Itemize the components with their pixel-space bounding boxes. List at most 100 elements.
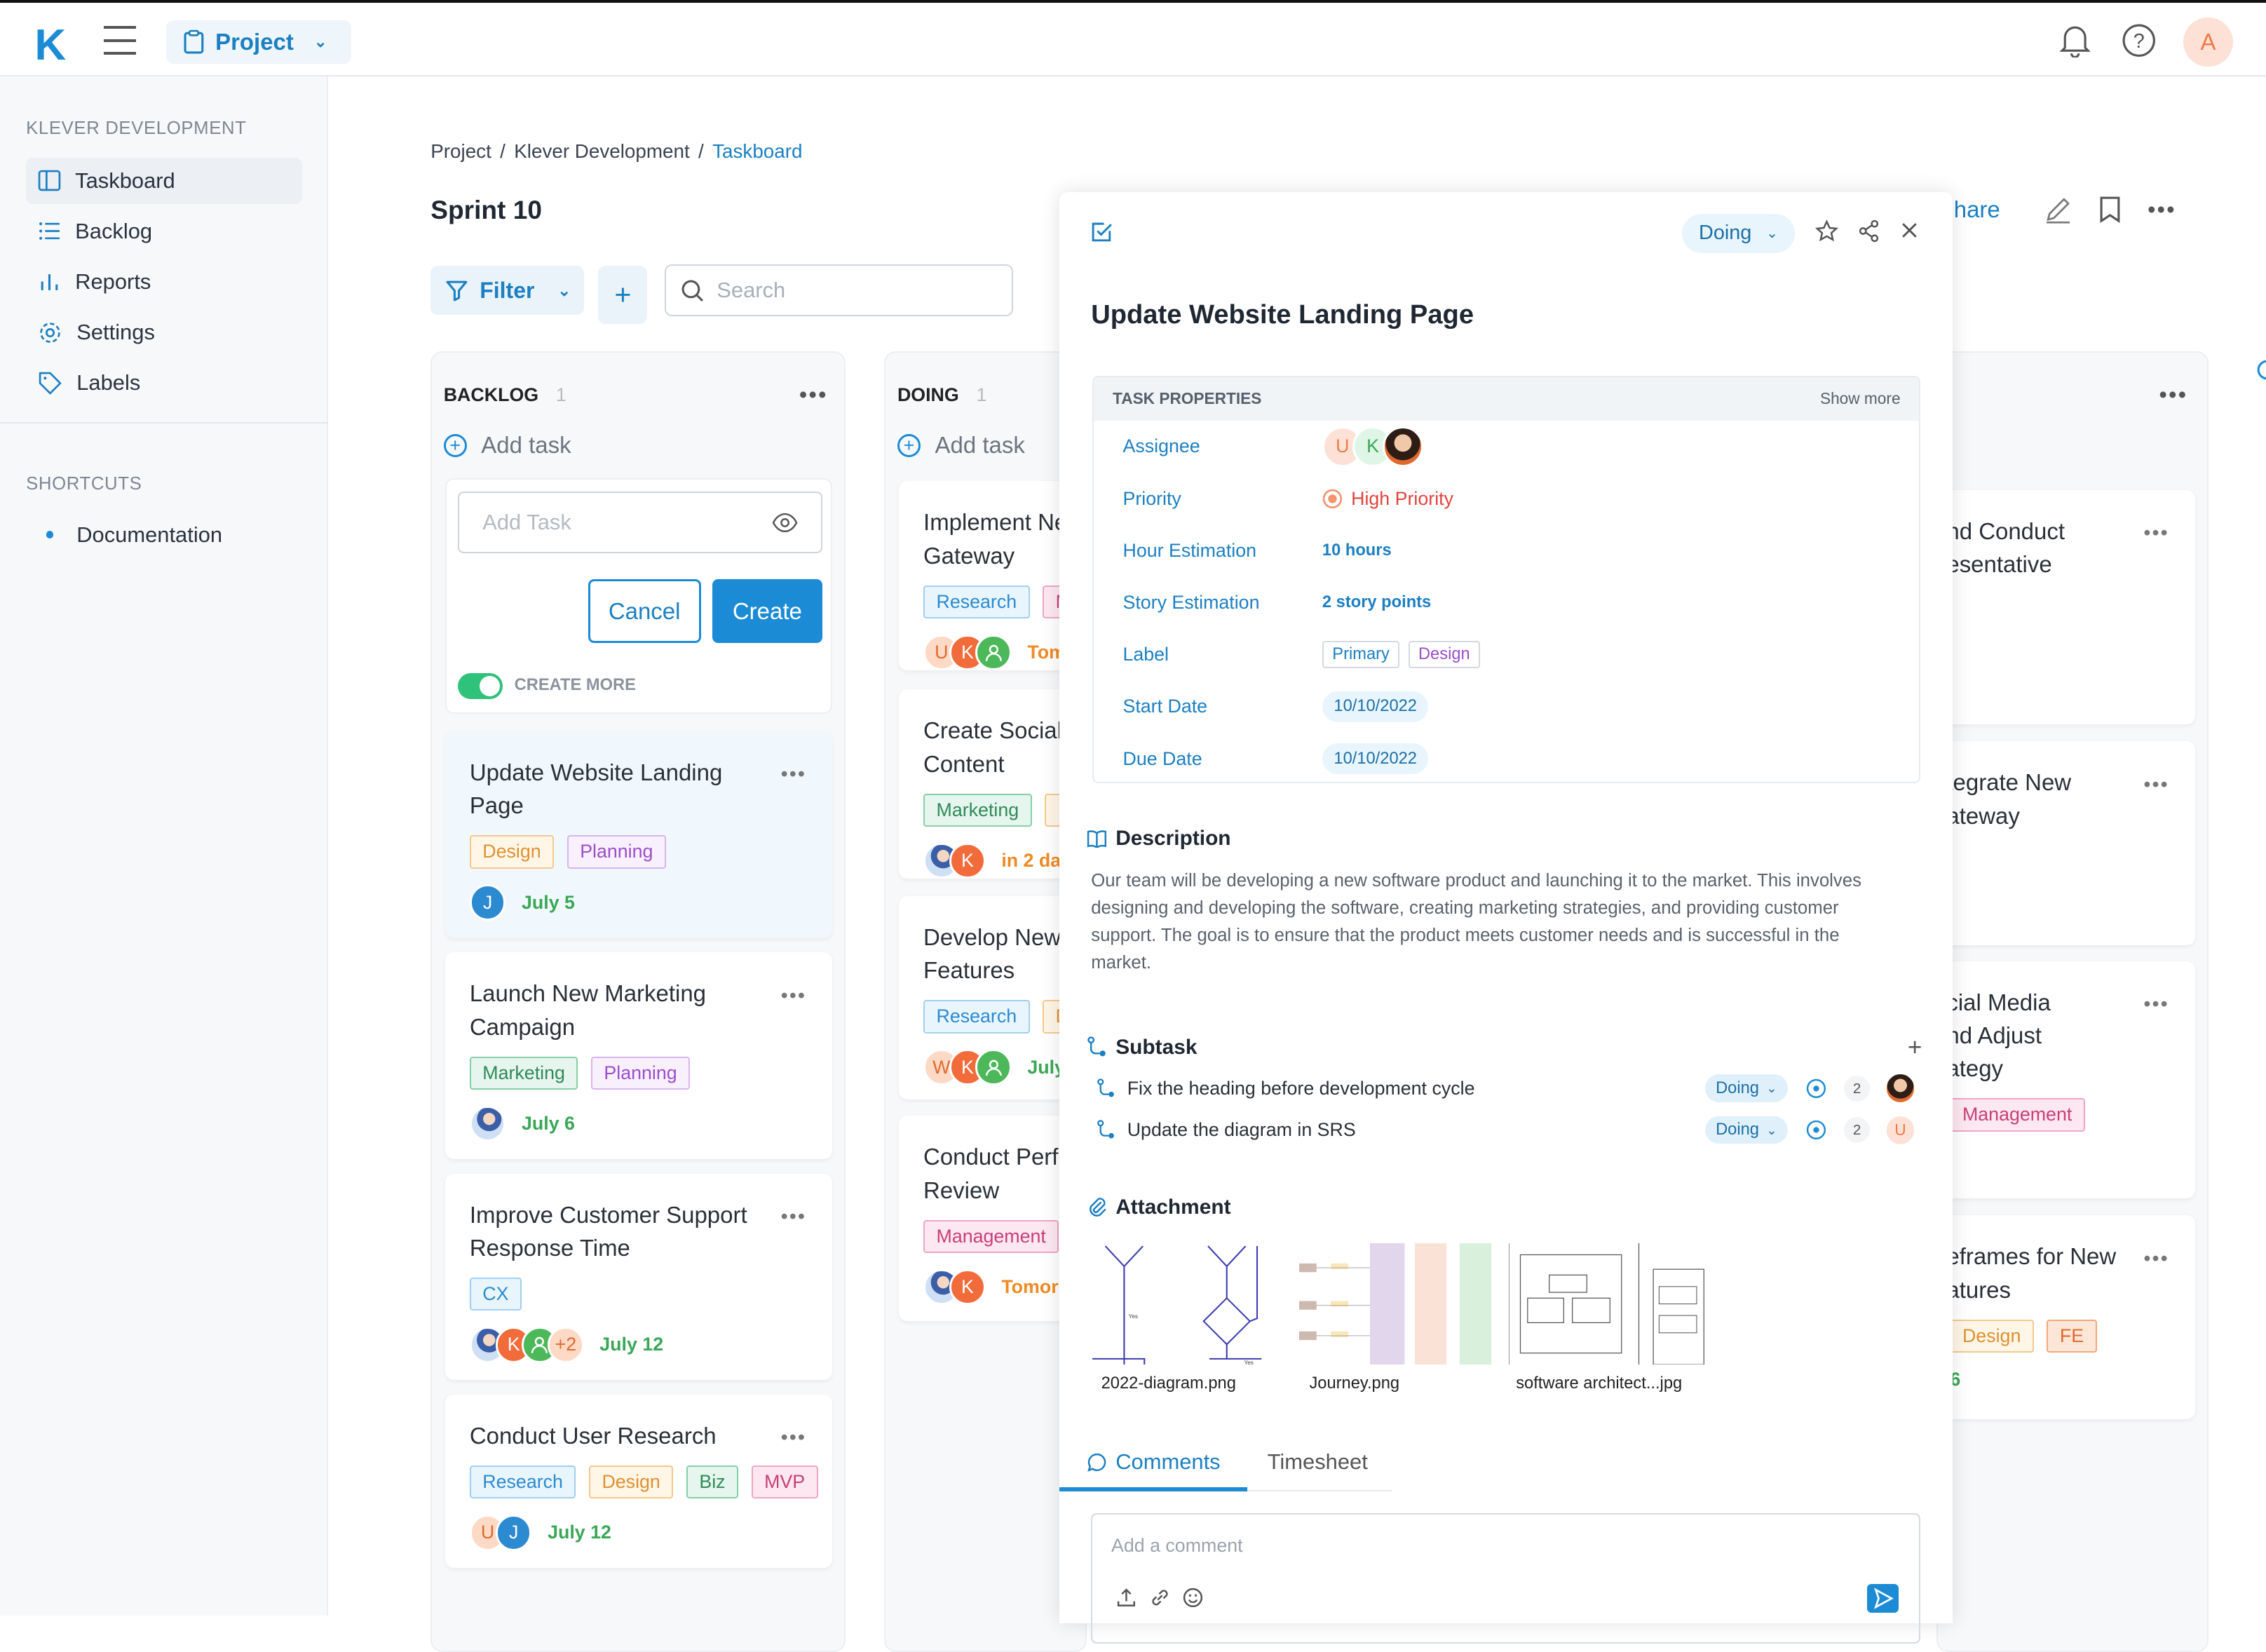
subtask-row[interactable]: Fix the heading before development cycle… (1097, 1072, 1918, 1104)
attachment-thumbnail-diagram[interactable]: Yes Yes (1091, 1243, 1294, 1365)
more-options-icon[interactable]: ••• (2148, 196, 2176, 223)
task-card[interactable]: Develop NewFeaturesResearchDWKJuly (899, 895, 1086, 1100)
shortcut-documentation[interactable]: Documentation (26, 512, 302, 558)
share-link[interactable]: hare (1954, 196, 2000, 223)
attachment-name[interactable]: 2022-diagram.png (1101, 1374, 1236, 1393)
user-avatar[interactable]: A (2183, 17, 2233, 67)
add-subtask-icon[interactable]: + (1908, 1034, 1922, 1062)
label-primary[interactable]: Primary (1322, 641, 1400, 669)
task-card[interactable]: Create Social Content Marketing Kin 2 days (899, 689, 1086, 879)
sidebar-item-taskboard[interactable]: Taskboard (26, 157, 302, 204)
card-more-icon[interactable]: ••• (2143, 1247, 2169, 1271)
column-more-icon[interactable]: ••• (799, 381, 828, 408)
create-more-toggle[interactable] (458, 673, 503, 700)
help-icon[interactable]: ? (2122, 23, 2156, 57)
task-card[interactable]: Launch New Marketing Campaign ••• Marketing… (445, 952, 833, 1159)
due-date-value[interactable]: 10/10/2022 (1322, 743, 1429, 774)
search-input[interactable] (717, 278, 991, 304)
column-more-icon[interactable]: ••• (2159, 381, 2187, 408)
klever-logo[interactable]: K (34, 20, 66, 70)
tab-timesheet[interactable]: Timesheet (1268, 1449, 1368, 1475)
hour-value[interactable]: 10 hours (1322, 541, 1392, 560)
project-dropdown[interactable]: Project ⌄ (166, 20, 351, 64)
eye-icon[interactable] (772, 513, 798, 533)
notification-bell-icon[interactable] (2059, 23, 2091, 58)
card-more-icon[interactable]: ••• (2143, 773, 2169, 797)
breadcrumb-project[interactable]: Project (430, 140, 491, 163)
attachment-thumbnail-architecture[interactable] (1508, 1243, 1711, 1365)
tag-marketing[interactable]: Marketing (923, 793, 1032, 827)
tag-research[interactable]: Research (469, 1465, 576, 1499)
card-more-icon[interactable]: ••• (781, 984, 806, 1008)
tag-design[interactable]: Design (1949, 1319, 2034, 1353)
sidebar-item-labels[interactable]: Labels (26, 360, 302, 406)
search-field[interactable] (665, 264, 1013, 317)
target-icon[interactable] (1806, 1078, 1826, 1099)
bookmark-icon[interactable] (2098, 195, 2122, 224)
breadcrumb-taskboard[interactable]: Taskboard (712, 140, 802, 163)
assignee-avatars[interactable]: U K (1322, 426, 1424, 467)
description-text[interactable]: Our team will be developing a new softwa… (1091, 867, 1900, 977)
story-value[interactable]: 2 story points (1322, 593, 1431, 612)
tag-planning[interactable]: Planning (590, 1056, 691, 1090)
task-card[interactable]: cial Mediand Adjustategy•••Management6 (1938, 961, 2195, 1198)
task-card[interactable]: nd Conduct esentative ••• (1938, 489, 2195, 724)
breadcrumb-klever-development[interactable]: Klever Development (514, 140, 689, 163)
send-button[interactable] (1867, 1583, 1899, 1613)
tag-planning[interactable]: Planning (566, 835, 666, 869)
attachment-name[interactable]: Journey.png (1309, 1374, 1399, 1393)
add-task-input[interactable]: Add Task (458, 491, 822, 554)
tag-biz[interactable]: Biz (686, 1465, 739, 1499)
comment-input[interactable] (1111, 1534, 1834, 1557)
tag-design[interactable]: Design (588, 1465, 674, 1499)
card-more-icon[interactable]: ••• (781, 1205, 806, 1228)
tag-management[interactable]: Management (1949, 1098, 2085, 1132)
task-card[interactable]: Implement NeGatewayResearchMUKTomo (899, 481, 1086, 671)
task-card[interactable]: Update Website Landing Page ••• Design Plann… (445, 731, 833, 938)
subtask-row[interactable]: Update the diagram in SRS Doing ⌄ 2 U (1097, 1114, 1918, 1146)
show-more-link[interactable]: Show more (1820, 389, 1901, 408)
tab-comments[interactable]: Comments (1087, 1449, 1221, 1475)
add-task-button[interactable]: + Add task (443, 432, 571, 459)
card-more-icon[interactable]: ••• (2143, 522, 2169, 545)
avatar-u[interactable]: U (1884, 1114, 1917, 1146)
card-more-icon[interactable]: ••• (781, 763, 806, 786)
tag-fe[interactable]: FE (2047, 1319, 2097, 1353)
menu-icon[interactable] (104, 26, 136, 55)
add-task-button[interactable]: + Add task (897, 432, 1025, 459)
star-icon[interactable] (1814, 219, 1838, 243)
tag-marketing[interactable]: Marketing (469, 1056, 578, 1090)
tag-mvp[interactable]: MVP (751, 1465, 818, 1499)
filter-button[interactable]: Filter ⌄ (430, 266, 584, 316)
task-card[interactable]: eframes for Newatures•••DesignFEly 6 (1938, 1215, 2195, 1420)
status-dropdown[interactable]: Doing ⌄ (1682, 214, 1795, 253)
task-card[interactable]: Conduct User Research ••• Research Design Bi… (445, 1394, 833, 1569)
edit-icon[interactable] (2044, 195, 2072, 224)
sidebar-item-reports[interactable]: Reports (26, 259, 302, 305)
label-design[interactable]: Design (1408, 641, 1481, 669)
emoji-icon[interactable] (1182, 1587, 1204, 1609)
task-card[interactable]: Improve Customer Support Response Time •••… (445, 1173, 833, 1381)
create-button[interactable]: Create (712, 579, 822, 644)
sidebar-item-settings[interactable]: Settings (26, 309, 302, 356)
priority-value[interactable]: High Priority (1322, 488, 1453, 510)
tag-research[interactable]: Research (923, 585, 1030, 619)
task-card[interactable]: Conduct Perf Review Management K Tomorr (899, 1116, 1086, 1321)
tag-research[interactable]: Research (923, 1000, 1030, 1034)
close-icon[interactable] (1899, 219, 1920, 241)
add-button[interactable]: + (598, 266, 648, 324)
share-icon[interactable] (1857, 219, 1880, 243)
attachment-name[interactable]: software architect...jpg (1516, 1374, 1682, 1393)
link-icon[interactable] (1149, 1587, 1171, 1609)
attachment-thumbnail-journey[interactable] (1299, 1243, 1502, 1365)
subtask-status-dropdown[interactable]: Doing ⌄ (1705, 1074, 1788, 1102)
start-date-value[interactable]: 10/10/2022 (1322, 691, 1429, 722)
subtask-status-dropdown[interactable]: Doing ⌄ (1705, 1116, 1788, 1144)
cancel-button[interactable]: Cancel (588, 579, 701, 644)
task-card[interactable]: tegrate New ateway ••• (1937, 741, 2195, 945)
tag-management[interactable]: Management (923, 1219, 1059, 1253)
tag-cx[interactable]: CX (469, 1278, 522, 1311)
card-more-icon[interactable]: ••• (2143, 993, 2169, 1016)
tag-design[interactable]: Design (469, 835, 555, 869)
upload-icon[interactable] (1115, 1587, 1137, 1609)
